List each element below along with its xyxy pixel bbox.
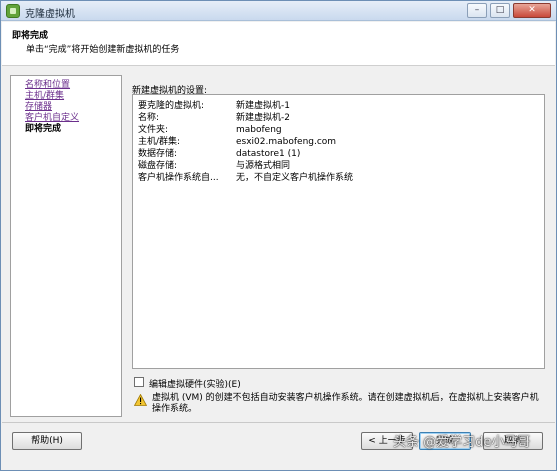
clone-vm-dialog: 克隆虚拟机 – □ ✕ 即将完成 单击“完成”将开始创建新虚拟机的任务 名称和位… [0,0,557,471]
nav-item-storage[interactable]: 存储器 [25,102,121,113]
settings-value: esxi02.mabofeng.com [236,137,337,147]
settings-key: 磁盘存储: [138,161,178,171]
settings-value: datastore1 (1) [236,149,301,159]
nav-item-host-cluster[interactable]: 主机/群集 [25,91,121,102]
settings-value: 与源格式相同 [236,161,291,171]
watermark: 头条 @爱学习de小马哥 [393,435,531,450]
wizard-steps-nav: 名称和位置 主机/群集 存储器 客户机自定义 即将完成 [10,75,122,417]
maximize-button[interactable]: □ [490,3,510,18]
settings-value: 无，不自定义客户机操作系统 [236,173,354,183]
settings-key: 客户机操作系统自... [138,173,219,183]
settings-key: 名称: [138,113,160,123]
nav-item-ready-to-complete: 即将完成 [25,124,62,134]
edit-hardware-label[interactable]: 编辑虚拟硬件(实验)(E) [149,377,241,390]
wizard-header: 即将完成 单击“完成”将开始创建新虚拟机的任务 [2,22,555,66]
nav-item-name-location[interactable]: 名称和位置 [25,80,121,91]
settings-summary: 要克隆的虚拟机: 新建虚拟机-1 名称: 新建虚拟机-2 文件夹: mabofe… [132,94,545,369]
settings-row: 数据存储: datastore1 (1) [138,148,544,160]
settings-row: 客户机操作系统自... 无，不自定义客户机操作系统 [138,172,544,184]
settings-key: 要克隆的虚拟机: [138,101,205,111]
minimize-button[interactable]: – [467,3,487,18]
edit-hardware-checkbox[interactable] [134,377,144,387]
footer-divider [2,422,555,423]
settings-key: 主机/群集: [138,137,181,147]
settings-row: 文件夹: mabofeng [138,124,544,136]
page-title: 即将完成 [12,31,49,41]
window-title: 克隆虚拟机 [25,9,75,20]
settings-row: 磁盘存储: 与源格式相同 [138,160,544,172]
page-subtitle: 单击“完成”将开始创建新虚拟机的任务 [26,45,180,55]
settings-key: 文件夹: [138,125,169,135]
warning-icon [134,394,147,406]
vm-app-icon [6,4,20,18]
settings-value: mabofeng [236,125,282,135]
settings-row: 名称: 新建虚拟机-2 [138,112,544,124]
title-bar: 克隆虚拟机 – □ ✕ [1,1,556,21]
help-button[interactable]: 帮助(H) [12,432,82,450]
main-panel: 新建虚拟机的设置: 要克隆的虚拟机: 新建虚拟机-1 名称: 新建虚拟机-2 文… [123,75,548,417]
settings-row: 要克隆的虚拟机: 新建虚拟机-1 [138,100,544,112]
settings-value: 新建虚拟机-2 [236,113,290,123]
warning-text: 虚拟机 (VM) 的创建不包括自动安装客户机操作系统。请在创建虚拟机后，在虚拟机… [152,393,539,414]
settings-row: 主机/群集: esxi02.mabofeng.com [138,136,544,148]
settings-key: 数据存储: [138,149,178,159]
nav-item-guest-customization[interactable]: 客户机自定义 [25,113,121,124]
settings-value: 新建虚拟机-1 [236,101,290,111]
close-button[interactable]: ✕ [513,3,551,18]
